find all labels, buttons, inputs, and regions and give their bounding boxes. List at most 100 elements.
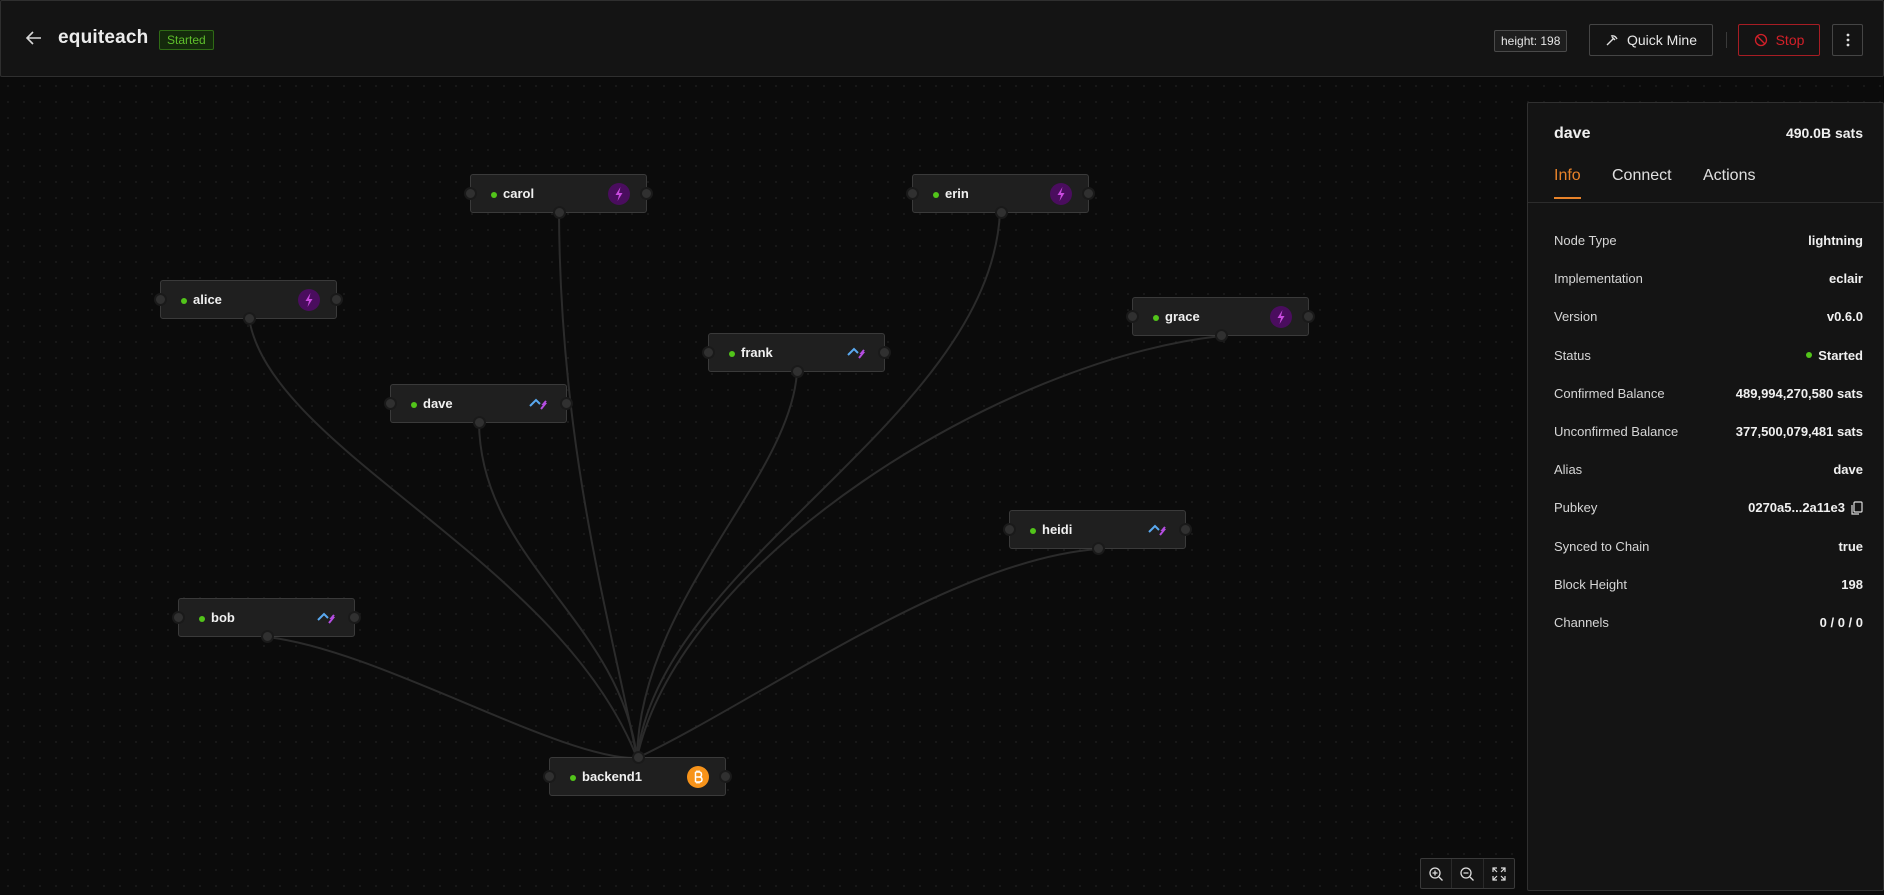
port-top[interactable] (632, 751, 645, 764)
node-name: erin (945, 186, 969, 201)
node-frank[interactable]: frank (702, 333, 891, 378)
status-dot (570, 775, 576, 781)
port-right[interactable] (330, 293, 343, 306)
row-label: Alias (1554, 462, 1583, 478)
status-badge: Started (159, 30, 214, 50)
info-row-block-height: Block Height 198 (1528, 577, 1883, 615)
port-right[interactable] (1179, 523, 1192, 536)
node-backend1[interactable]: backend1 (543, 751, 732, 796)
row-label: Confirmed Balance (1554, 385, 1665, 401)
row-value: dave (1833, 462, 1863, 477)
unconfirmed-balance-value: 377,500,079,481 sats (1735, 423, 1863, 439)
port-bottom[interactable] (1215, 329, 1228, 342)
tab-connect[interactable]: Connect (1612, 167, 1672, 197)
node-alice[interactable]: alice (154, 280, 343, 325)
port-left[interactable] (154, 293, 167, 306)
copy-icon[interactable] (1851, 501, 1863, 515)
tab-info[interactable]: Info (1554, 167, 1581, 199)
status-dot (1030, 528, 1036, 534)
zoom-in-icon (1429, 866, 1444, 881)
status-dot (491, 192, 497, 198)
row-label: Node Type (1554, 233, 1617, 248)
stop-icon (1754, 33, 1767, 47)
node-name: backend1 (582, 769, 642, 784)
node-name: alice (193, 292, 222, 307)
port-bottom[interactable] (995, 206, 1008, 219)
info-row-version: Version v0.6.0 (1528, 309, 1883, 347)
port-right[interactable] (719, 770, 732, 783)
node-name: frank (741, 345, 773, 360)
tab-actions[interactable]: Actions (1703, 167, 1755, 197)
row-label: Unconfirmed Balance (1554, 423, 1679, 439)
info-list: Node Type lightning Implementation eclai… (1528, 233, 1883, 653)
port-right[interactable] (878, 346, 891, 359)
row-label: Synced to Chain (1554, 538, 1650, 554)
zoom-in-button[interactable] (1421, 859, 1453, 888)
status-dot (411, 402, 417, 408)
status-value: Started (1818, 347, 1863, 363)
port-bottom[interactable] (261, 630, 274, 643)
row-label: Channels (1554, 614, 1609, 630)
node-dave[interactable]: dave (384, 384, 573, 429)
node-type-value: lightning (1808, 233, 1863, 248)
port-bottom[interactable] (1092, 542, 1105, 555)
status-dot (1806, 352, 1813, 359)
port-left[interactable] (543, 770, 556, 783)
port-right[interactable] (640, 187, 653, 200)
row-value: 0270a5...2a11e3 (1748, 500, 1863, 515)
stop-label: Stop (1775, 32, 1805, 48)
row-label: Version (1554, 309, 1598, 325)
header-divider (1726, 32, 1727, 48)
quick-mine-button[interactable]: Quick Mine (1589, 24, 1713, 56)
c-lightning-icon (846, 342, 868, 364)
node-heidi[interactable]: heidi (1003, 510, 1192, 555)
port-left[interactable] (172, 611, 185, 624)
row-value: 489,994,270,580 sats (1736, 386, 1863, 401)
back-arrow-icon[interactable] (23, 27, 45, 49)
port-bottom[interactable] (243, 312, 256, 325)
zoom-out-button[interactable] (1452, 859, 1484, 888)
port-bottom[interactable] (553, 206, 566, 219)
network-title: equiteach (58, 27, 149, 48)
port-bottom[interactable] (473, 416, 486, 429)
port-right[interactable] (560, 397, 573, 410)
more-options-button[interactable] (1832, 24, 1863, 56)
node-erin[interactable]: erin (906, 174, 1095, 219)
eclair-icon (1050, 183, 1072, 205)
node-name: bob (211, 610, 235, 625)
port-left[interactable] (906, 187, 919, 200)
block-height-tag: height: 198 (1494, 30, 1568, 52)
c-lightning-icon (528, 393, 550, 415)
eclair-icon (1270, 306, 1292, 328)
node-bob[interactable]: bob (172, 598, 361, 643)
panel-node-name: dave (1554, 125, 1591, 142)
panel-balance: 490.0B sats (1785, 125, 1863, 141)
info-row-node-type: Node Type lightning (1528, 233, 1883, 271)
node-grace[interactable]: grace (1126, 297, 1315, 342)
confirmed-balance-value: 489,994,270,580 sats (1735, 385, 1863, 401)
node-carol[interactable]: carol (464, 174, 653, 219)
row-value: eclair (1829, 271, 1863, 286)
row-label: Implementation (1554, 271, 1643, 287)
row-value: v0.6.0 (1827, 309, 1863, 324)
port-left[interactable] (464, 187, 477, 200)
c-lightning-icon (316, 607, 338, 629)
port-left[interactable] (1003, 523, 1016, 536)
node-name: heidi (1042, 522, 1073, 537)
row-value: Started (1806, 348, 1863, 363)
port-right[interactable] (1082, 187, 1095, 200)
info-row-implementation: Implementation eclair (1528, 271, 1883, 309)
port-right[interactable] (1302, 310, 1315, 323)
fit-screen-button[interactable] (1484, 859, 1514, 888)
port-right[interactable] (348, 611, 361, 624)
info-row-unconfirmed-balance: Unconfirmed Balance 377,500,079,481 sats (1528, 424, 1883, 462)
version-value: v0.6.0 (1826, 309, 1863, 325)
port-left[interactable] (702, 346, 715, 359)
expand-icon (1492, 866, 1506, 881)
stop-button[interactable]: Stop (1738, 24, 1820, 56)
port-bottom[interactable] (791, 365, 804, 378)
pickaxe-icon (1606, 35, 1618, 46)
bitcoin-icon (687, 766, 709, 788)
port-left[interactable] (384, 397, 397, 410)
port-left[interactable] (1126, 310, 1139, 323)
